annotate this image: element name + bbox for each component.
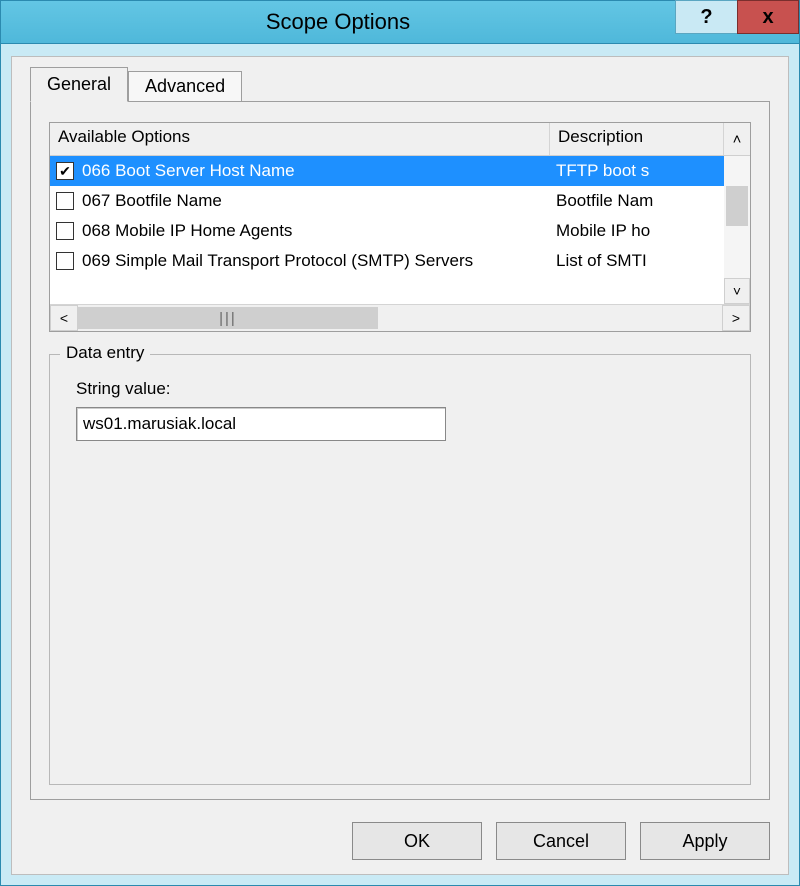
available-options-list: Available Options Description ˄ 066 Boot… — [49, 122, 751, 332]
list-header: Available Options Description ˄ — [50, 123, 750, 156]
vertical-scrollbar-track[interactable] — [724, 156, 750, 278]
option-description: List of SMTI — [550, 251, 724, 271]
close-button[interactable]: x — [737, 0, 799, 34]
horizontal-scroll-right-icon[interactable]: > — [722, 305, 750, 331]
tab-strip: General Advanced — [12, 57, 788, 102]
window-title: Scope Options — [1, 9, 675, 35]
option-checkbox[interactable] — [56, 192, 74, 210]
option-description: Bootfile Nam — [550, 191, 724, 211]
dialog-body: General Advanced Available Options Descr… — [11, 56, 789, 875]
horizontal-scrollbar-thumb[interactable]: ||| — [78, 307, 378, 329]
tab-panel-general: Available Options Description ˄ 066 Boot… — [30, 101, 770, 800]
option-label: 067 Bootfile Name — [82, 191, 222, 211]
horizontal-scrollbar-track[interactable]: ||| — [78, 305, 722, 331]
vertical-scrollbar-thumb[interactable] — [726, 186, 748, 226]
option-checkbox[interactable] — [56, 162, 74, 180]
option-row[interactable]: 067 Bootfile Name Bootfile Nam — [50, 186, 724, 216]
option-checkbox[interactable] — [56, 252, 74, 270]
option-label: 066 Boot Server Host Name — [82, 161, 295, 181]
option-cell: 068 Mobile IP Home Agents — [50, 221, 550, 241]
vertical-scroll-up-icon[interactable]: ˄ — [724, 123, 750, 155]
window-client-area: General Advanced Available Options Descr… — [1, 44, 799, 885]
string-value-input[interactable] — [76, 407, 446, 441]
option-cell: 067 Bootfile Name — [50, 191, 550, 211]
cancel-button[interactable]: Cancel — [496, 822, 626, 860]
option-checkbox[interactable] — [56, 222, 74, 240]
option-cell: 069 Simple Mail Transport Protocol (SMTP… — [50, 251, 550, 271]
dialog-button-row: OK Cancel Apply — [12, 812, 788, 874]
ok-button[interactable]: OK — [352, 822, 482, 860]
option-row[interactable]: 069 Simple Mail Transport Protocol (SMTP… — [50, 246, 724, 276]
option-description: TFTP boot s — [550, 161, 724, 181]
option-label: 069 Simple Mail Transport Protocol (SMTP… — [82, 251, 473, 271]
window-control-buttons: ? x — [675, 1, 799, 43]
vertical-scrollbar[interactable]: ˅ — [724, 156, 750, 304]
option-cell: 066 Boot Server Host Name — [50, 161, 550, 181]
option-row[interactable]: 066 Boot Server Host Name TFTP boot s — [50, 156, 724, 186]
titlebar: Scope Options ? x — [1, 1, 799, 44]
list-body: 066 Boot Server Host Name TFTP boot s 067 … — [50, 156, 724, 304]
option-row[interactable]: 068 Mobile IP Home Agents Mobile IP ho — [50, 216, 724, 246]
help-button[interactable]: ? — [675, 0, 737, 34]
tab-advanced[interactable]: Advanced — [128, 71, 242, 102]
horizontal-scrollbar[interactable]: < ||| > — [50, 304, 750, 331]
string-value-label: String value: — [76, 379, 734, 399]
vertical-scroll-down-icon[interactable]: ˅ — [724, 278, 750, 304]
column-header-available-options[interactable]: Available Options — [50, 123, 550, 155]
tab-general[interactable]: General — [30, 67, 128, 102]
data-entry-groupbox: Data entry String value: — [49, 354, 751, 785]
scope-options-window: Scope Options ? x General Advanced Avail… — [0, 0, 800, 886]
list-body-wrap: 066 Boot Server Host Name TFTP boot s 067 … — [50, 156, 750, 304]
option-label: 068 Mobile IP Home Agents — [82, 221, 292, 241]
column-header-description[interactable]: Description — [550, 123, 724, 155]
data-entry-group-label: Data entry — [60, 343, 150, 363]
horizontal-scroll-left-icon[interactable]: < — [50, 305, 78, 331]
apply-button[interactable]: Apply — [640, 822, 770, 860]
option-description: Mobile IP ho — [550, 221, 724, 241]
